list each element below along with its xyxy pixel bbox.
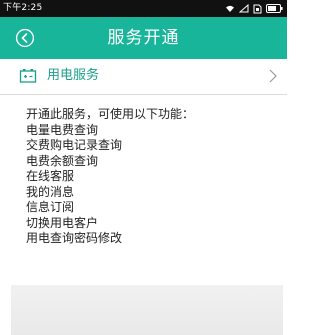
sim-icon — [253, 4, 262, 14]
chevron-right-icon — [269, 69, 277, 83]
feature-item: 信息订阅 — [26, 200, 75, 214]
electricity-service-row[interactable]: 用电服务 — [0, 59, 287, 95]
feature-item: 交费购电记录查询 — [26, 138, 123, 152]
signal-icon — [239, 4, 249, 13]
battery-service-icon — [19, 68, 37, 84]
service-activation-page: 下午2:25 服务开通 用电服务 开通此服务，可使用以下功能： 电量电费查询 交… — [0, 0, 287, 335]
description-intro: 开通此服务，可使用以下功能： — [26, 107, 195, 121]
wifi-icon — [225, 4, 235, 13]
status-icons — [225, 2, 283, 15]
status-bar: 下午2:25 — [0, 0, 287, 17]
feature-item: 在线客服 — [26, 169, 75, 183]
feature-item: 用电查询密码修改 — [26, 231, 123, 245]
bottom-panel — [11, 285, 283, 335]
feature-list: 电量电费查询 交费购电记录查询 电费余额查询 在线客服 我的消息 信息订阅 切换… — [26, 123, 276, 247]
page-title: 服务开通 — [107, 28, 180, 48]
feature-item: 电费余额查询 — [26, 153, 99, 168]
feature-item: 我的消息 — [26, 184, 75, 199]
service-description: 开通此服务，可使用以下功能： 电量电费查询 交费购电记录查询 电费余额查询 在线… — [26, 107, 276, 247]
status-time: 下午2:25 — [3, 3, 43, 13]
service-label: 用电服务 — [47, 68, 100, 83]
app-bar: 服务开通 — [0, 17, 287, 59]
feature-item: 电量电费查询 — [26, 122, 99, 137]
battery-icon — [266, 4, 283, 13]
feature-item: 切换用电客户 — [26, 215, 99, 230]
